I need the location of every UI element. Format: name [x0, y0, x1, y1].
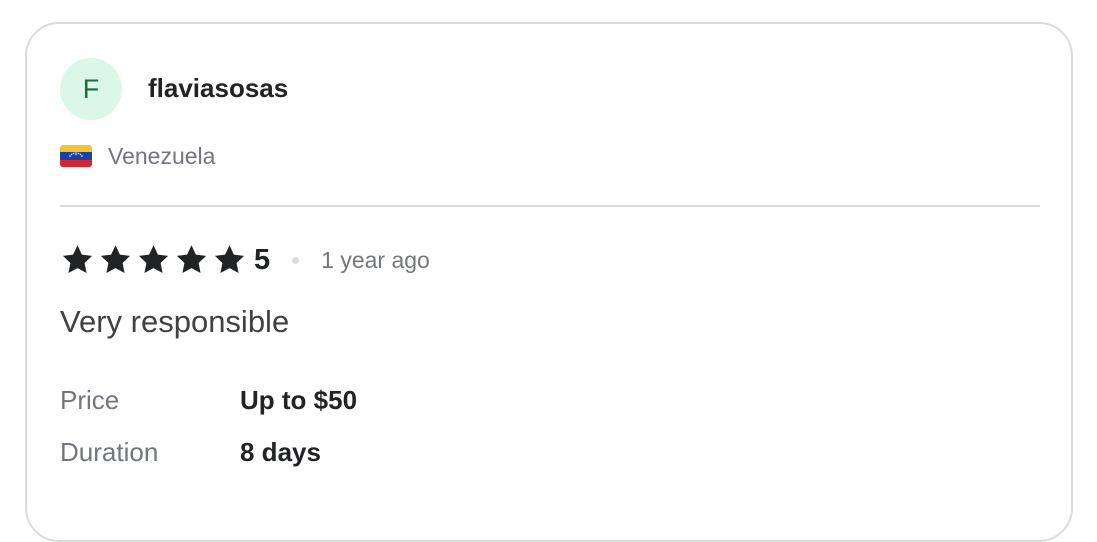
avatar[interactable]: F	[60, 58, 122, 120]
star-rating	[60, 243, 250, 277]
price-row: Price Up to $50	[60, 383, 357, 417]
star-icon	[100, 245, 131, 274]
country-name: Venezuela	[108, 142, 216, 169]
star-icon	[176, 245, 207, 274]
duration-row: Duration 8 days	[60, 435, 321, 469]
review-card: F flaviasosas Venezuela 5 1 year ago Ver…	[25, 22, 1073, 542]
price-value: Up to $50	[240, 384, 358, 415]
avatar-initial: F	[82, 73, 100, 104]
star-icon	[138, 245, 169, 274]
star-icon	[62, 245, 93, 274]
reviewer-username[interactable]: flaviasosas	[148, 72, 288, 104]
divider	[60, 205, 1040, 207]
review-text: Very responsible	[60, 304, 290, 339]
venezuela-flag-icon	[60, 145, 92, 167]
rating-row: 5 1 year ago	[60, 241, 430, 279]
star-icon	[214, 245, 245, 274]
rating-score: 5	[254, 243, 271, 276]
duration-label: Duration	[60, 436, 159, 467]
separator-dot	[292, 256, 300, 264]
review-time: 1 year ago	[321, 246, 430, 273]
reviewer-country: Venezuela	[60, 141, 215, 171]
duration-value: 8 days	[240, 436, 321, 467]
price-label: Price	[60, 384, 120, 415]
